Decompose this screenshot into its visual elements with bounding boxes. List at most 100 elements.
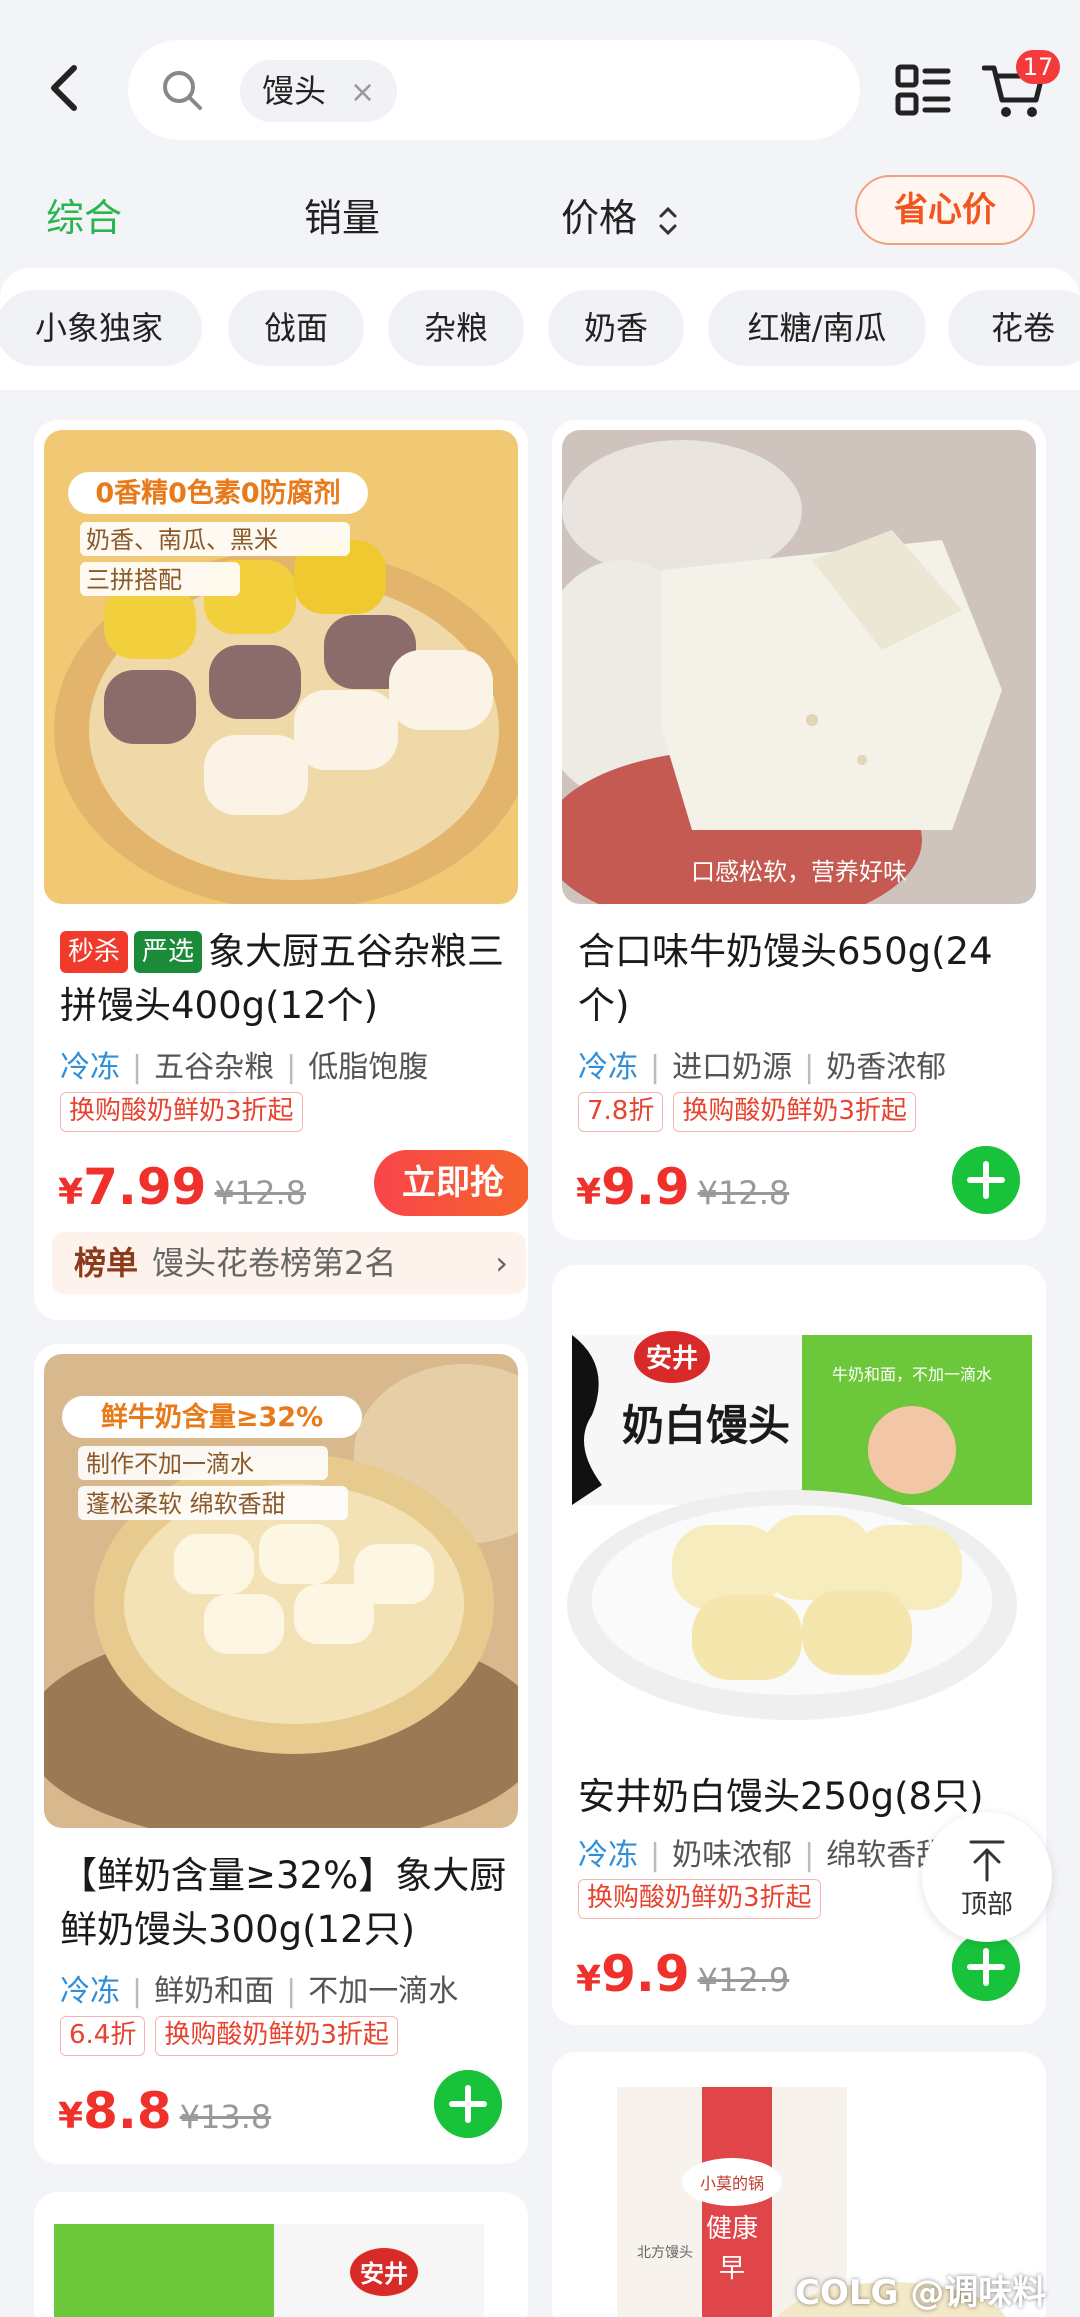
package-small-text: 北方馒头 [637, 2245, 693, 2261]
promo-tag: 换购酸奶鲜奶3折起 [578, 1879, 821, 1919]
package-label-text: 早 [719, 2254, 745, 2284]
price: ¥7.99 ¥12.8 [58, 1158, 306, 1216]
tag-frozen: 冷冻 [60, 1050, 120, 1085]
back-to-top-button[interactable]: 顶部 [922, 1812, 1052, 1942]
product-image[interactable]: 0香精0色素0防腐剂 奶香、南瓜、黑米 三拼搭配 [44, 430, 518, 904]
back-to-top-label: 顶部 [960, 1890, 1013, 1920]
product-image[interactable]: 口感松软，营养好味 [562, 430, 1036, 904]
watermark: COLG @调味料 [795, 2273, 1047, 2313]
tag-frozen: 冷冻 [60, 1974, 120, 2009]
add-to-cart-button[interactable] [952, 1146, 1020, 1214]
cart-count-badge: 17 [1016, 50, 1060, 84]
chevron-right-icon: › [495, 1244, 508, 1282]
price-value: 7.99 [83, 1158, 207, 1216]
product-tags: 冷冻 | 鲜奶和面 | 不加一滴水 [60, 1974, 459, 2009]
price-currency: ¥ [576, 1959, 602, 2000]
image-caption: 三拼搭配 [86, 566, 182, 594]
price-value: 9.9 [601, 1945, 690, 2003]
ranking-label: 榜单 [74, 1244, 139, 1282]
filter-chip[interactable]: 杂粮 [388, 290, 524, 366]
promo-tags: 6.4折 换购酸奶鲜奶3折起 [60, 2016, 408, 2056]
original-price: ¥12.8 [697, 1174, 790, 1212]
filter-chip[interactable]: 红糖/南瓜 [708, 290, 926, 366]
back-arrow-icon[interactable] [40, 58, 90, 118]
image-caption: 鲜牛奶含量≥32% [101, 1401, 323, 1433]
ranking-entry[interactable]: 榜单 馒头花卷榜第2名 › [52, 1232, 526, 1294]
search-keyword: 馒头 [262, 72, 327, 110]
selected-badge: 严选 [134, 931, 203, 973]
original-price: ¥13.8 [179, 2098, 272, 2136]
product-card[interactable]: 口感松软，营养好味 合口味牛奶馒头650g(24个) 冷冻 | 进口奶源 | 奶香浓郁 … [552, 420, 1046, 1240]
brand-logo-text: 安井 [360, 2260, 408, 2288]
promo-tags: 换购酸奶鲜奶3折起 [60, 1092, 313, 1132]
sort-arrows-icon [659, 206, 677, 235]
discount-tag: 6.4折 [60, 2016, 146, 2056]
sort-bar: 综合 销量 价格 省心价 [0, 175, 1080, 265]
image-caption: 蓬松柔软 绵软香甜 [86, 1490, 286, 1518]
original-price: ¥12.9 [697, 1961, 790, 1999]
price-currency: ¥ [58, 2096, 84, 2137]
brand-logo-text: 安井 [646, 1344, 698, 1374]
discount-tag: 7.8折 [578, 1092, 664, 1132]
product-title[interactable]: 秒杀 严选 象大厨五谷杂粮三拼馒头400g(12个) [60, 925, 520, 1033]
product-title[interactable]: 合口味牛奶馒头650g(24个) [578, 925, 1038, 1033]
product-tags: 冷冻 | 进口奶源 | 奶香浓郁 [578, 1050, 947, 1085]
package-brand-text: 小莫的锅 [700, 2174, 764, 2193]
price: ¥8.8 ¥13.8 [58, 2082, 271, 2140]
price-currency: ¥ [58, 1172, 84, 1213]
tab-price[interactable]: 价格 [561, 187, 679, 242]
search-bar[interactable]: 馒头 × [128, 40, 860, 140]
price-value: 8.8 [83, 2082, 172, 2140]
filter-chips: 小象独家 戗面 杂粮 奶香 红糖/南瓜 花卷 [0, 268, 1080, 390]
tag: 低脂饱腹 [308, 1050, 429, 1085]
filter-chip[interactable]: 奶香 [548, 290, 684, 366]
promo-tags: 7.8折 换购酸奶鲜奶3折起 [578, 1092, 926, 1132]
tag: 奶味浓郁 [672, 1838, 793, 1873]
search-icon [163, 71, 202, 110]
product-tags: 冷冻 | 五谷杂粮 | 低脂饱腹 [60, 1050, 429, 1085]
product-card[interactable]: 0香精0色素0防腐剂 奶香、南瓜、黑米 三拼搭配 秒杀 严选 象大厨五谷杂粮三拼馒头… [34, 420, 528, 1320]
image-caption: 0香精0色素0防腐剂 [95, 477, 340, 509]
tab-sales[interactable]: 销量 [304, 187, 380, 242]
promo-tags: 换购酸奶鲜奶3折起 [578, 1879, 831, 1919]
add-to-cart-button[interactable] [952, 1933, 1020, 2001]
image-caption: 制作不加一滴水 [86, 1450, 254, 1478]
arrow-up-icon [969, 1840, 1005, 1882]
tab-comprehensive[interactable]: 综合 [46, 187, 122, 242]
product-card[interactable]: 安井 [34, 2192, 528, 2317]
buy-now-button[interactable]: 立即抢 [374, 1150, 528, 1216]
image-caption: 口感松软，营养好味 [691, 858, 907, 886]
header: 馒头 × 17 [0, 0, 1080, 175]
tag: 不加一滴水 [308, 1974, 459, 2009]
product-image[interactable]: 鲜牛奶含量≥32% 制作不加一滴水 蓬松柔软 绵软香甜 [44, 1354, 518, 1828]
product-image[interactable]: 安井 奶白馒头 牛奶和面，不加一滴水 [562, 1275, 1036, 1749]
package-label-text: 健康 [706, 2214, 758, 2244]
package-slogan-text: 牛奶和面，不加一滴水 [832, 1365, 992, 1384]
price-currency: ¥ [576, 1172, 602, 1213]
product-title[interactable]: 【鲜奶含量≥32%】象大厨鲜奶馒头300g(12只) [60, 1849, 520, 1957]
original-price: ¥12.8 [214, 1174, 307, 1212]
tag: 五谷杂粮 [154, 1050, 275, 1085]
product-image[interactable]: 安井 [44, 2202, 518, 2317]
image-caption: 奶香、南瓜、黑米 [86, 526, 278, 554]
clear-keyword-icon[interactable]: × [350, 75, 375, 110]
value-price-button[interactable]: 省心价 [855, 175, 1035, 245]
price: ¥9.9 ¥12.9 [576, 1945, 789, 2003]
search-keyword-chip[interactable]: 馒头 × [240, 60, 398, 122]
product-card[interactable]: 鲜牛奶含量≥32% 制作不加一滴水 蓬松柔软 绵软香甜 【鲜奶含量≥32%】象大… [34, 1344, 528, 2164]
tab-price-label: 价格 [561, 196, 638, 240]
filter-chip[interactable]: 花卷 [948, 290, 1080, 366]
promo-tag: 换购酸奶鲜奶3折起 [155, 2016, 398, 2056]
filter-chip[interactable]: 戗面 [228, 290, 364, 366]
product-title[interactable]: 安井奶白馒头250g(8只) [578, 1770, 1008, 1824]
tag-frozen: 冷冻 [578, 1838, 638, 1873]
tag-frozen: 冷冻 [578, 1050, 638, 1085]
list-view-icon[interactable] [895, 62, 951, 118]
price-value: 9.9 [601, 1158, 690, 1216]
add-to-cart-button[interactable] [434, 2070, 502, 2138]
filter-chip[interactable]: 小象独家 [0, 290, 202, 366]
package-title-text: 奶白馒头 [622, 1401, 790, 1450]
tag: 进口奶源 [672, 1050, 793, 1085]
flash-sale-badge: 秒杀 [60, 931, 129, 973]
promo-tag: 换购酸奶鲜奶3折起 [673, 1092, 916, 1132]
